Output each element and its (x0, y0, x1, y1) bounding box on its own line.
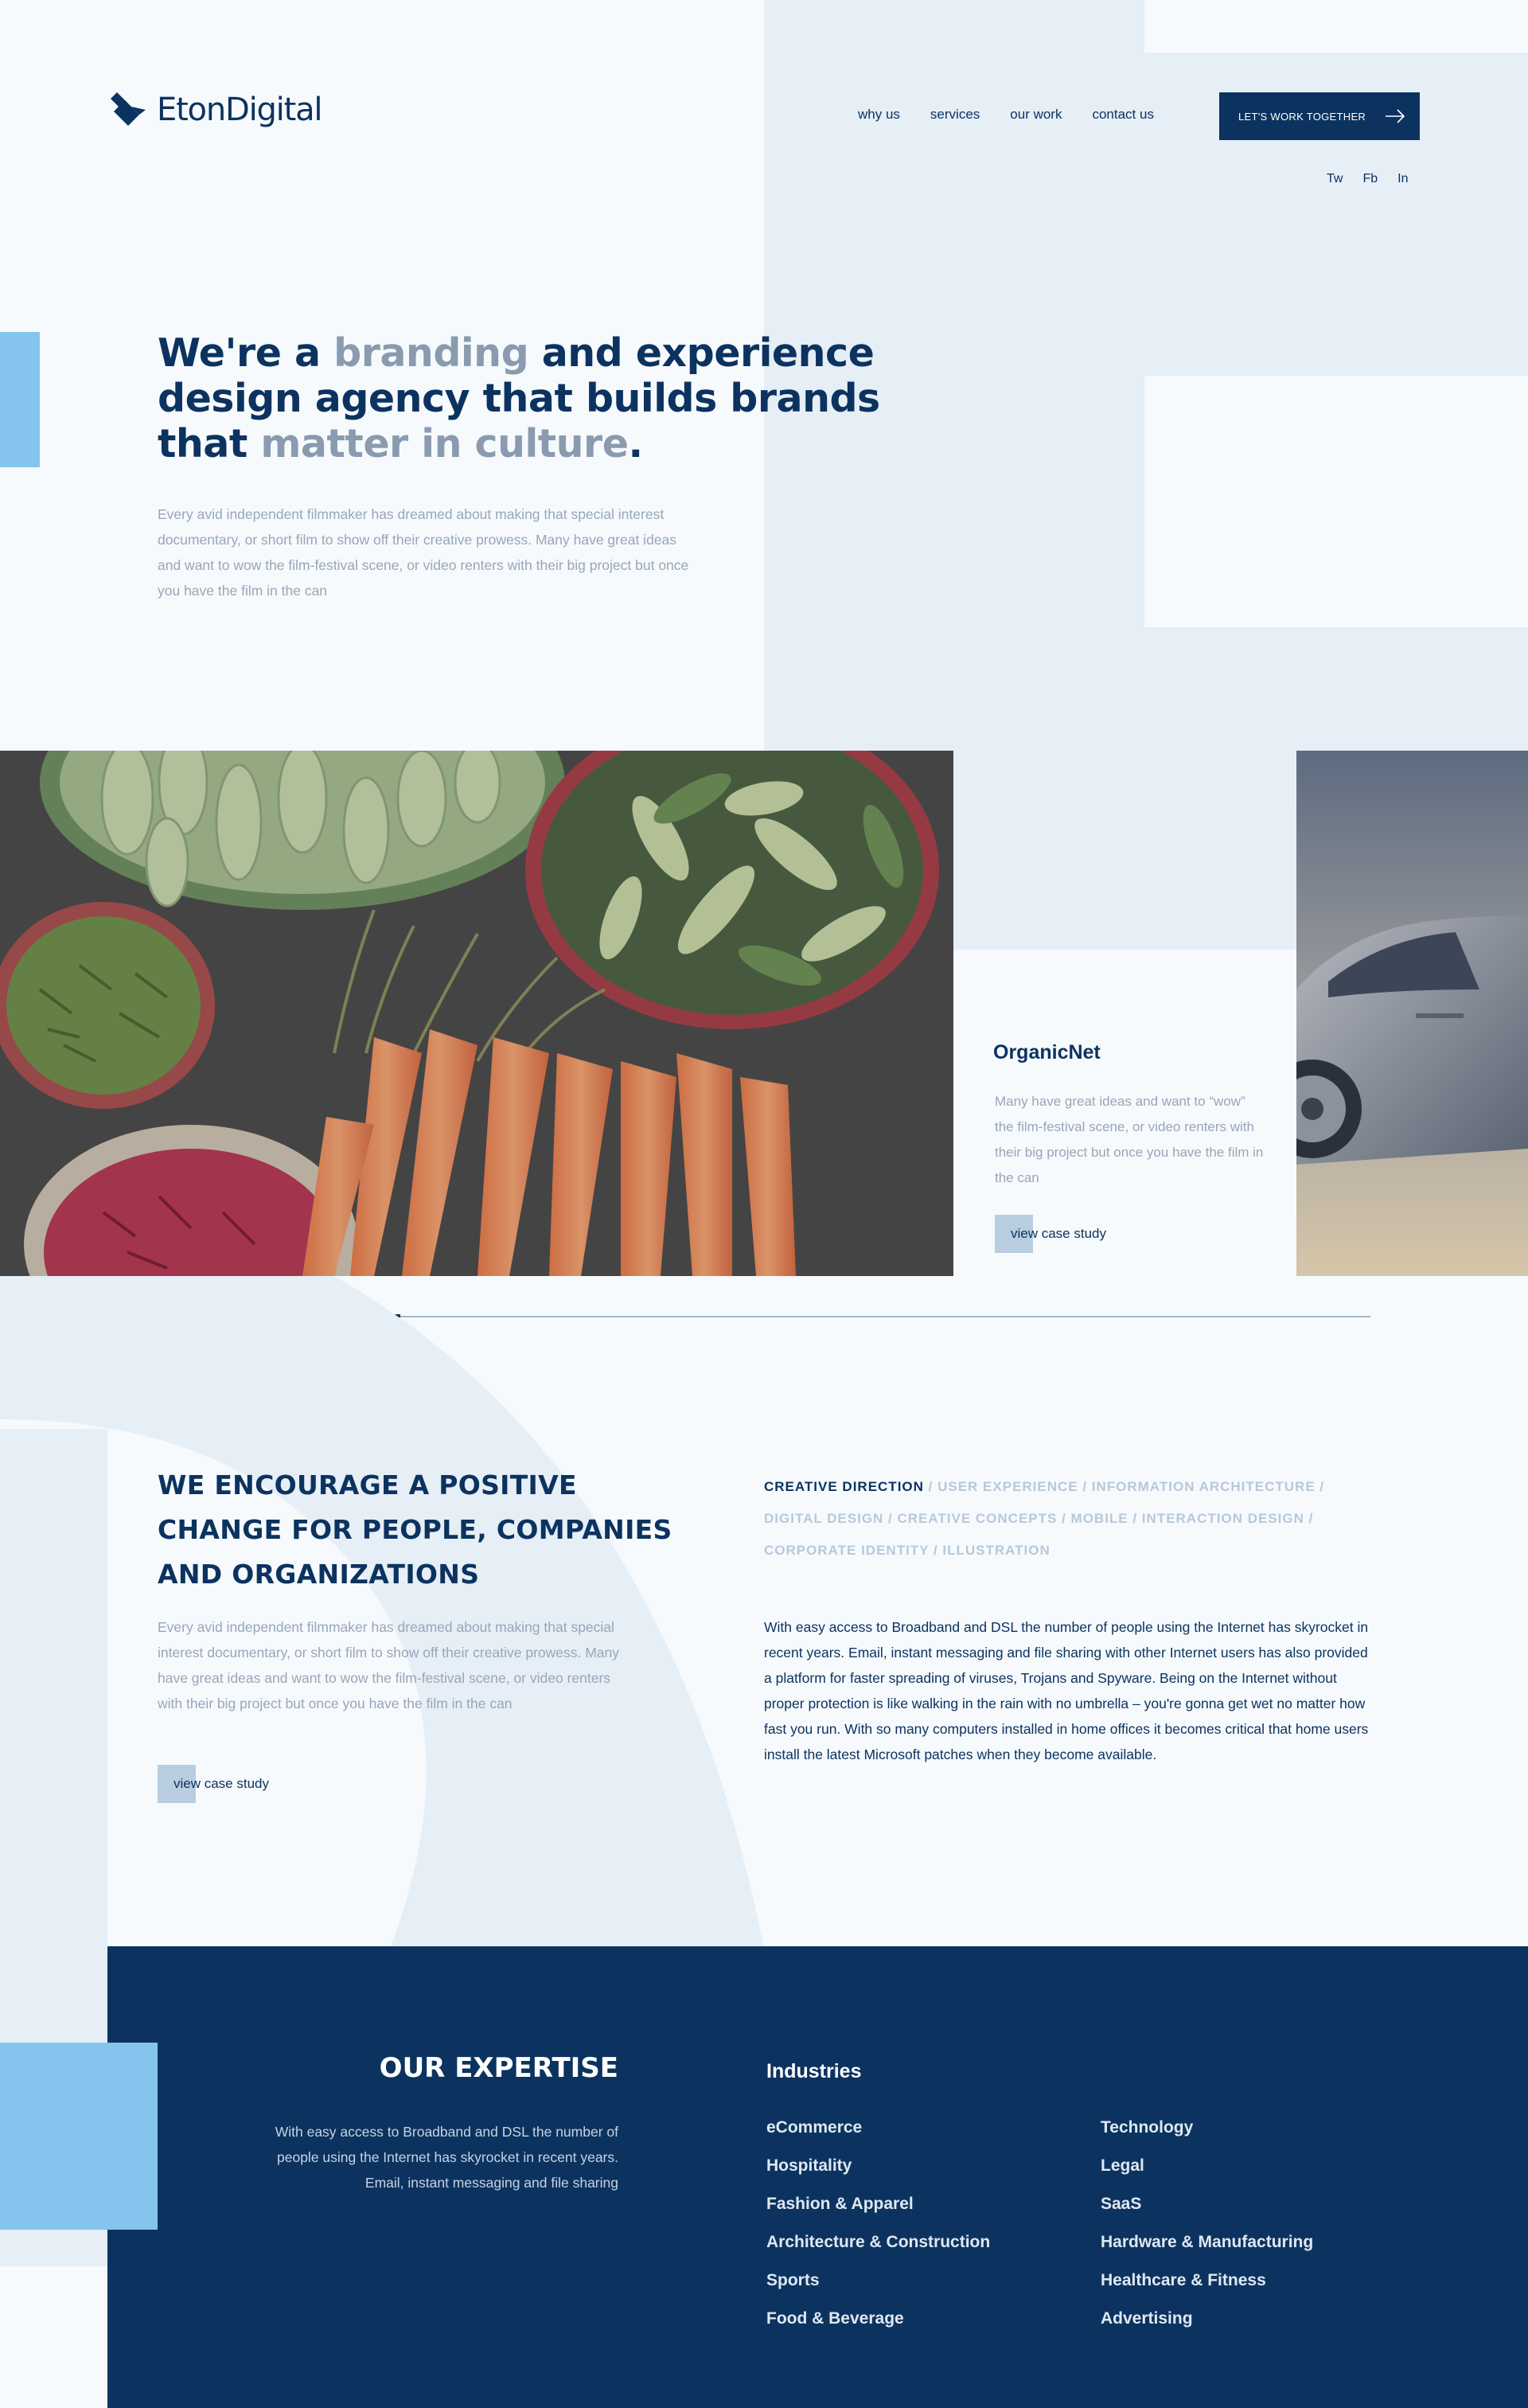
decor-block (1144, 376, 1528, 627)
hero-title-highlight: branding (333, 330, 529, 376)
main-nav: why us services our work contact us (858, 107, 1154, 131)
industry-item[interactable]: Food & Beverage (766, 2308, 990, 2330)
services-tags: CREATIVE DIRECTION / USER EXPERIENCE / I… (764, 1471, 1377, 1567)
lets-work-together-button[interactable]: LET'S WORK TOGETHER (1219, 92, 1420, 140)
case-study-title: OrganicNet (993, 1041, 1101, 1064)
cta-label: LET'S WORK TOGETHER (1238, 110, 1366, 123)
mission-detail-text: With easy access to Broadband and DSL th… (764, 1619, 1369, 1762)
mission-description: Every avid independent filmmaker has dre… (158, 1619, 620, 1711)
case-study-description: Many have great ideas and want to “wow” … (995, 1094, 1264, 1185)
industry-item[interactable]: eCommerce (766, 2117, 990, 2139)
logo[interactable]: EtonDigital (107, 89, 323, 131)
nav-our-work[interactable]: our work (1010, 107, 1062, 123)
car-photo (1296, 751, 1528, 1276)
social-links: Tw Fb In (1327, 172, 1408, 186)
twitter-link[interactable]: Tw (1327, 172, 1343, 186)
logo-mark-icon (111, 92, 146, 126)
hero-title: We're a branding and experience design a… (158, 330, 922, 466)
nav-contact-us[interactable]: contact us (1092, 107, 1154, 123)
industry-item[interactable]: Fashion & Apparel (766, 2193, 990, 2215)
decor-block (0, 1429, 107, 1946)
view-case-study-label: view case study (1011, 1226, 1106, 1241)
hero-title-part: . (628, 421, 643, 466)
decor-block (1144, 0, 1528, 53)
industry-item[interactable]: Architecture & Construction (766, 2231, 990, 2254)
accent-bar (0, 332, 40, 467)
industry-item[interactable]: Legal (1101, 2155, 1313, 2177)
accent-bar (0, 2043, 158, 2230)
linkedin-link[interactable]: In (1397, 172, 1408, 186)
hero-title-part: We're a (158, 330, 334, 376)
tag-creative-direction: CREATIVE DIRECTION (764, 1479, 924, 1494)
mission-title: WE ENCOURAGE A POSITIVE CHANGE FOR PEOPL… (158, 1469, 672, 1590)
industries-column-1: eCommerce Hospitality Fashion & Apparel … (766, 2117, 990, 2330)
industry-item[interactable]: Hardware & Manufacturing (1101, 2231, 1313, 2254)
view-case-study-button[interactable]: view case study (995, 1215, 1106, 1253)
industry-item[interactable]: SaaS (1101, 2193, 1313, 2215)
industry-item[interactable]: Hospitality (766, 2155, 990, 2177)
hero-description: Every avid independent filmmaker has dre… (158, 506, 689, 599)
hero-title-highlight: matter in culture (260, 421, 629, 466)
mission-view-case-study-button[interactable]: view case study (158, 1765, 269, 1803)
industries-column-2: Technology Legal SaaS Hardware & Manufac… (1101, 2117, 1313, 2330)
industry-item[interactable]: Sports (766, 2269, 990, 2292)
logo-text: EtonDigital (157, 92, 323, 128)
industry-item[interactable]: Advertising (1101, 2308, 1313, 2330)
nav-services[interactable]: services (930, 107, 987, 131)
facebook-link[interactable]: Fb (1362, 172, 1378, 186)
industry-item[interactable]: Technology (1101, 2117, 1313, 2139)
industries-title: Industries (766, 2060, 862, 2082)
vegetables-photo (0, 751, 953, 1276)
expertise-description: With easy access to Broadband and DSL th… (275, 2124, 618, 2191)
view-case-study-label: view case study (173, 1776, 269, 1791)
industry-item[interactable]: Healthcare & Fitness (1101, 2269, 1313, 2292)
arrow-right-icon (1386, 109, 1405, 123)
nav-why-us[interactable]: why us (858, 107, 900, 123)
expertise-title: OUR EXPERTISE (379, 2052, 618, 2084)
